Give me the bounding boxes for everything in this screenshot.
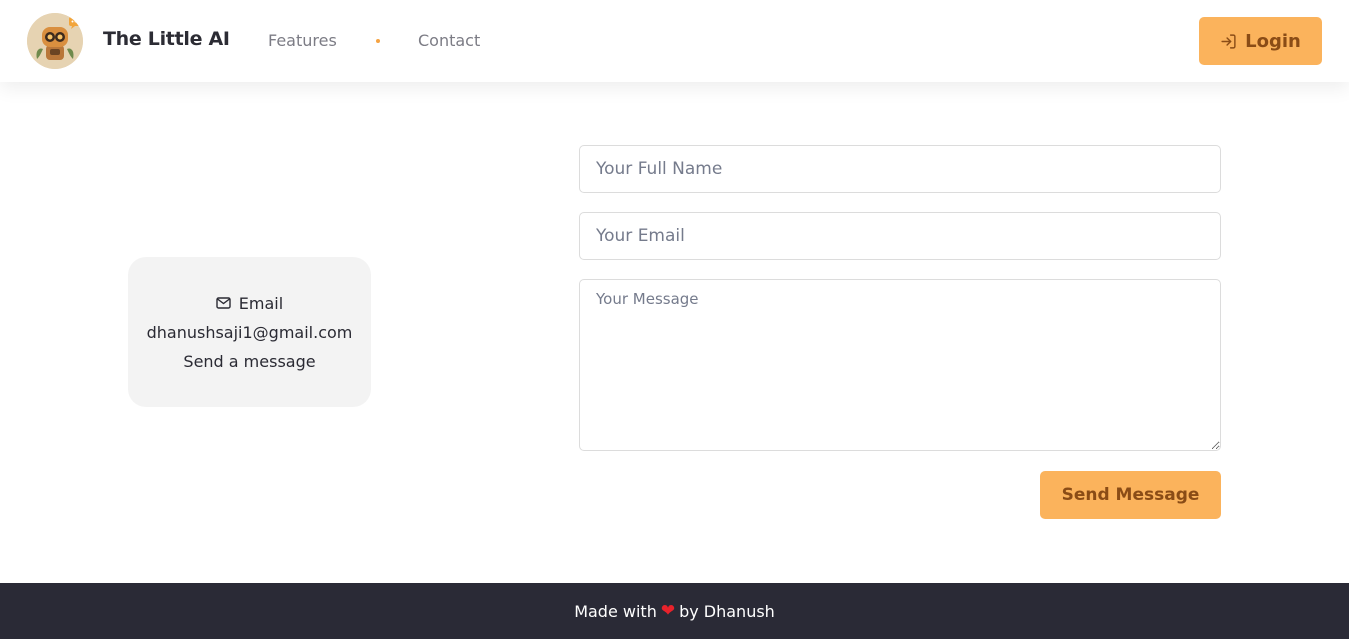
email-address[interactable]: dhanushsaji1@gmail.com	[147, 323, 353, 342]
message-textarea[interactable]	[579, 279, 1221, 451]
login-button[interactable]: Login	[1199, 17, 1322, 65]
email-label: Email	[238, 293, 284, 313]
email-input[interactable]	[579, 212, 1221, 260]
send-message-button[interactable]: Send Message	[1040, 471, 1221, 519]
site-footer: Made with ❤ by Dhanush	[0, 583, 1349, 639]
nav-link-features[interactable]: Features	[268, 31, 337, 50]
email-heading: Email	[216, 294, 283, 313]
full-name-input[interactable]	[579, 145, 1221, 193]
nav-link-contact[interactable]: Contact	[418, 31, 480, 50]
brand-title[interactable]: The Little AI	[103, 28, 230, 50]
contact-info-card: Email dhanushsaji1@gmail.com Send a mess…	[128, 257, 371, 407]
logo-robot-avatar[interactable]	[27, 13, 83, 69]
send-message-link[interactable]: Send a message	[183, 352, 315, 371]
site-header: The Little AI Features Contact Login	[0, 0, 1349, 82]
mail-icon	[216, 297, 231, 309]
heart-icon: ❤	[660, 600, 676, 621]
login-icon	[1220, 33, 1237, 50]
nav-separator-dot	[376, 39, 380, 43]
footer-author: by Dhanush	[679, 601, 775, 621]
footer-made-with: Made with	[574, 601, 657, 621]
login-label: Login	[1245, 30, 1301, 52]
